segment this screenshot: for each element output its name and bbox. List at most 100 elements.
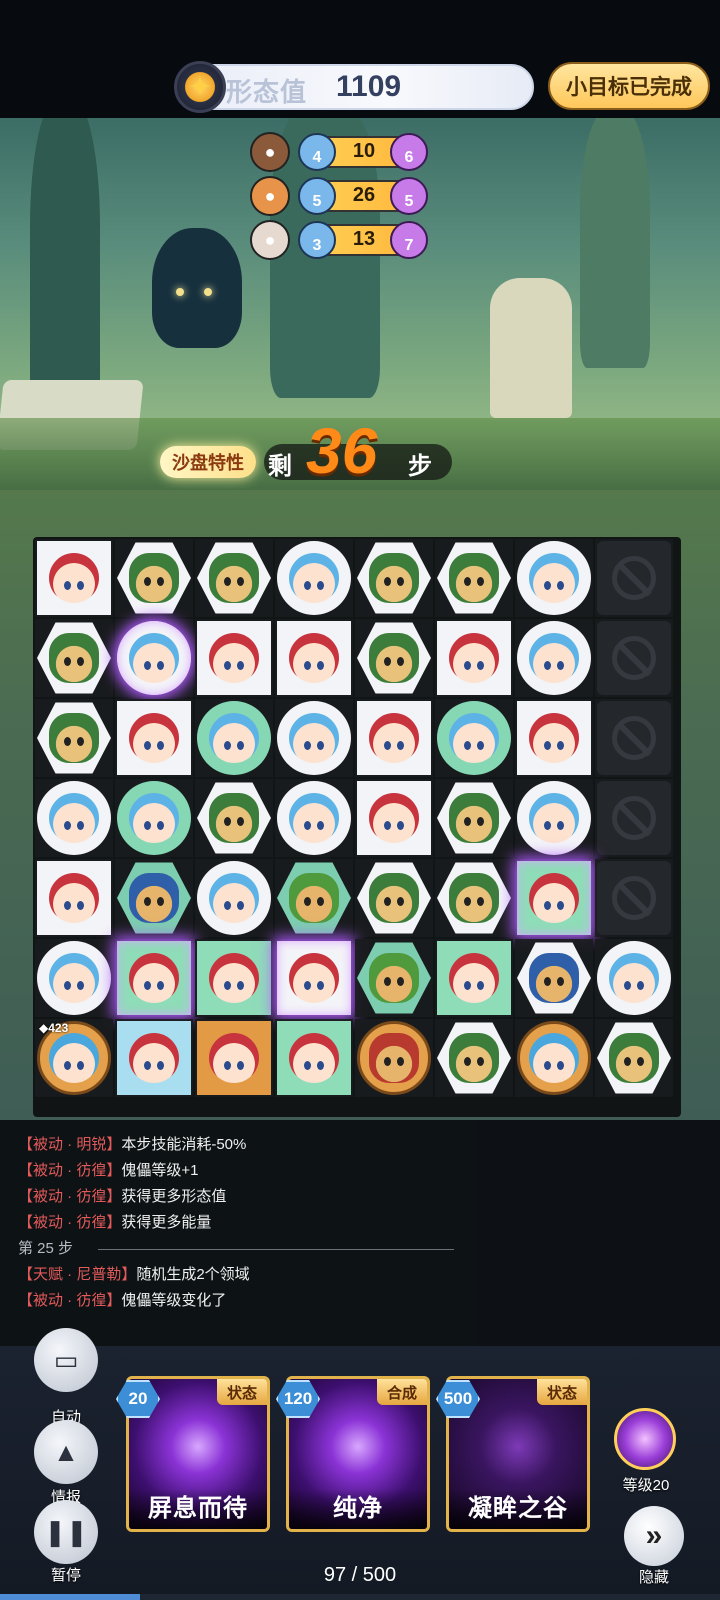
- board-cell[interactable]: [355, 859, 433, 937]
- log-text: 随机生成2个领域: [136, 1266, 250, 1283]
- gem-tile: [197, 861, 271, 935]
- steps-remaining: 沙盘特性 剩 36 步: [160, 415, 460, 487]
- board-cell[interactable]: [355, 539, 433, 617]
- board-cell[interactable]: [515, 539, 593, 617]
- gem-tile: [517, 1021, 591, 1095]
- wolf-character-icon: [609, 1033, 659, 1083]
- blue-character-icon: [529, 793, 579, 843]
- blue-character-icon: [609, 953, 659, 1003]
- board-cell[interactable]: [195, 939, 273, 1017]
- auto-button[interactable]: ▭: [34, 1328, 98, 1392]
- puppet-level-button[interactable]: [614, 1408, 676, 1470]
- board-cell[interactable]: [435, 1019, 513, 1097]
- board-cell[interactable]: [115, 539, 193, 617]
- blue-character-icon: [449, 713, 499, 763]
- board-cell[interactable]: ◆423: [35, 1019, 113, 1097]
- red-character-icon: [289, 633, 339, 683]
- gem-tile: [437, 1022, 511, 1094]
- board-cell[interactable]: [595, 539, 673, 617]
- sandbox-trait-button[interactable]: 沙盘特性: [160, 446, 256, 478]
- blue-character-icon: [529, 633, 579, 683]
- blocked-tile: [597, 781, 671, 855]
- red-character-icon: [209, 1033, 259, 1083]
- board-cell[interactable]: [35, 539, 113, 617]
- hide-button[interactable]: »: [624, 1506, 684, 1566]
- board-cell[interactable]: [435, 779, 513, 857]
- board-cell[interactable]: [275, 699, 353, 777]
- gem-tile: [117, 701, 191, 775]
- board-cell[interactable]: [35, 779, 113, 857]
- info-button[interactable]: ▲: [34, 1420, 98, 1484]
- board-cell[interactable]: [275, 779, 353, 857]
- board-cell[interactable]: [195, 1019, 273, 1097]
- log-tag: 【被动 · 彷徨】: [18, 1188, 122, 1205]
- board-cell[interactable]: [115, 939, 193, 1017]
- board-cell[interactable]: [195, 859, 273, 937]
- board-cell[interactable]: [115, 619, 193, 697]
- board-cell[interactable]: [35, 859, 113, 937]
- star-icon: ✦: [174, 61, 226, 113]
- blue-character-icon: [49, 953, 99, 1003]
- board-cell[interactable]: [195, 779, 273, 857]
- board-cell[interactable]: [275, 619, 353, 697]
- board-cell[interactable]: [515, 699, 593, 777]
- gem-tile: [277, 781, 351, 855]
- board-cell[interactable]: [275, 859, 353, 937]
- board-cell[interactable]: [195, 539, 273, 617]
- card-name: 屏息而待: [129, 1489, 267, 1529]
- board-cell[interactable]: [275, 1019, 353, 1097]
- gem-tile: [357, 862, 431, 934]
- board-cell[interactable]: [355, 619, 433, 697]
- board-cell[interactable]: [275, 939, 353, 1017]
- board-cell[interactable]: [595, 859, 673, 937]
- board-cell[interactable]: [195, 699, 273, 777]
- board-cell[interactable]: [595, 1019, 673, 1097]
- enemy-hp: 26: [352, 184, 376, 206]
- board-cell[interactable]: [595, 619, 673, 697]
- board-cell[interactable]: [355, 779, 433, 857]
- board-cell[interactable]: [355, 939, 433, 1017]
- board-cell[interactable]: [355, 699, 433, 777]
- board-cell[interactable]: [595, 779, 673, 857]
- wolf-character-icon: [209, 793, 259, 843]
- gem-tile: [357, 622, 431, 694]
- board-cell[interactable]: [35, 939, 113, 1017]
- board-cell[interactable]: [115, 859, 193, 937]
- board-cell[interactable]: [435, 619, 513, 697]
- red-character-icon: [129, 713, 179, 763]
- board-cell[interactable]: [515, 939, 593, 1017]
- board-cell[interactable]: [515, 859, 593, 937]
- board-cell[interactable]: [355, 1019, 433, 1097]
- board-cell[interactable]: [595, 699, 673, 777]
- board-cell[interactable]: [515, 779, 593, 857]
- board-cell[interactable]: [435, 699, 513, 777]
- goal-complete-button[interactable]: 小目标已完成: [548, 62, 710, 110]
- board-cell[interactable]: [115, 1019, 193, 1097]
- bossred-character-icon: [369, 1033, 419, 1083]
- gem-tile: [197, 941, 271, 1015]
- board-cell[interactable]: [515, 619, 593, 697]
- board-cell[interactable]: [435, 939, 513, 1017]
- gem-tile: [517, 781, 591, 855]
- board-cell[interactable]: [275, 539, 353, 617]
- board-cell[interactable]: [195, 619, 273, 697]
- red-character-icon: [289, 1033, 339, 1083]
- board-cell[interactable]: [515, 1019, 593, 1097]
- board-cell[interactable]: [35, 699, 113, 777]
- board-cell[interactable]: [435, 859, 513, 937]
- gem-tile: [197, 621, 271, 695]
- board-cell[interactable]: [115, 699, 193, 777]
- log-step-separator: 第 25 步: [18, 1236, 476, 1262]
- board-cell[interactable]: [35, 619, 113, 697]
- board-cell[interactable]: [595, 939, 673, 1017]
- pause-label: 暂停: [50, 1567, 81, 1584]
- board-cell[interactable]: [435, 539, 513, 617]
- log-tag: 【被动 · 明锐】: [18, 1136, 122, 1153]
- gem-tile: [357, 942, 431, 1014]
- wolf-character-icon: [369, 633, 419, 683]
- red-character-icon: [529, 873, 579, 923]
- gem-tile: [197, 1021, 271, 1095]
- pause-button[interactable]: ❚❚: [34, 1500, 98, 1564]
- card-type-tag: 合成: [377, 1379, 427, 1405]
- board-cell[interactable]: [115, 779, 193, 857]
